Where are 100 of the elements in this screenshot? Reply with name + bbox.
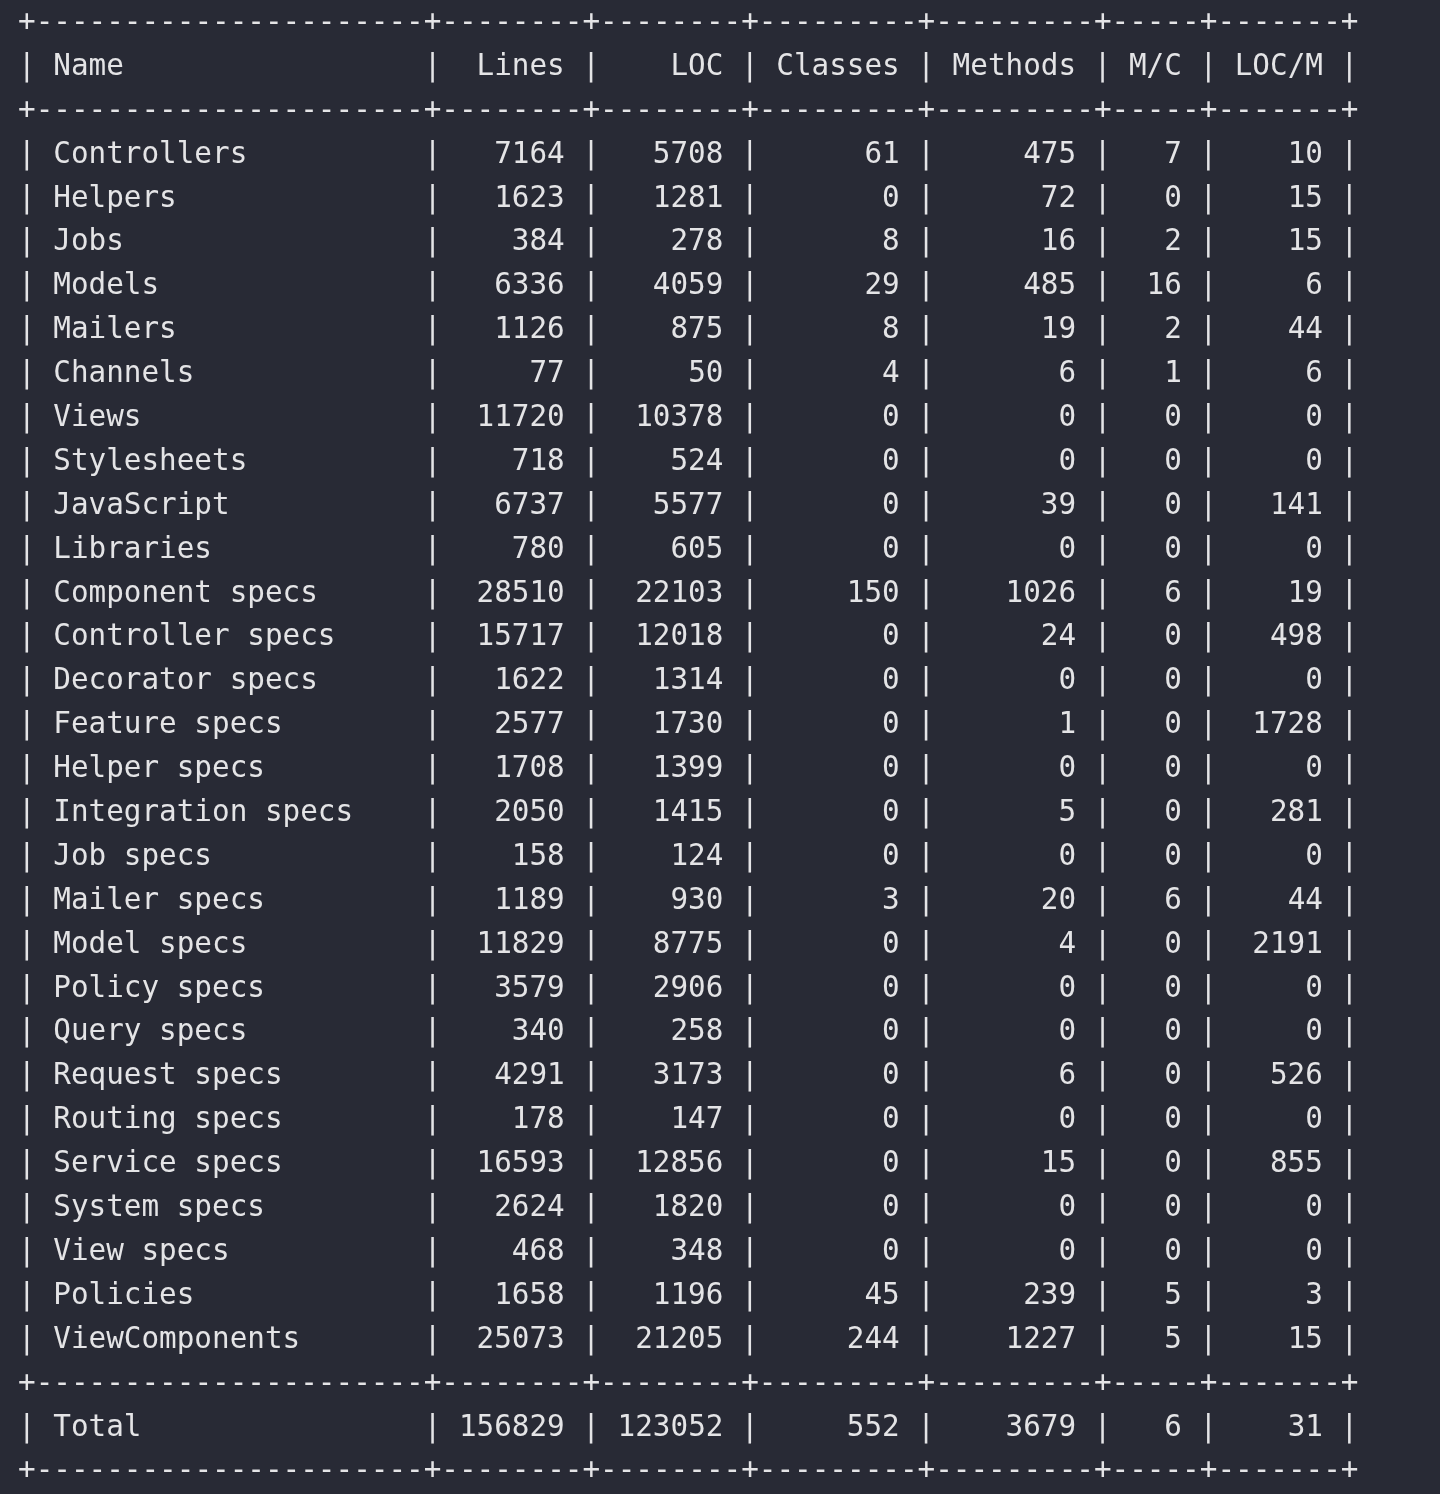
column-separator: |	[917, 1407, 935, 1446]
column-separator: |	[917, 1319, 935, 1358]
column-separator: |	[741, 134, 759, 173]
table-cell-text: 875	[669, 310, 724, 348]
table-cell-text: 1189	[493, 880, 565, 918]
table-cell-text: 2906	[651, 968, 724, 1006]
column-separator: |	[917, 661, 935, 699]
table-cell-text: Helper specs	[53, 749, 266, 787]
column-separator: |	[582, 924, 600, 963]
column-separator: |	[917, 485, 935, 524]
table-cell-text: 0	[881, 1100, 900, 1138]
column-separator: |	[18, 46, 36, 85]
table-cell-text: 19	[1039, 310, 1077, 348]
table-cell-text: 384	[510, 222, 565, 260]
table-cell-text: 0	[1057, 1188, 1077, 1226]
column-separator: |	[1093, 1407, 1112, 1446]
column-separator: |	[1093, 968, 1112, 1007]
border-line: +----------------------+--------+--------+---------+---------+-----+-------+	[18, 1451, 1359, 1489]
column-separator: |	[1093, 1188, 1112, 1226]
column-separator: |	[917, 1100, 935, 1138]
column-separator: |	[1199, 617, 1218, 655]
column-separator: |	[917, 1275, 935, 1314]
column-separator: |	[1199, 1231, 1218, 1270]
table-cell-text: 1820	[651, 1188, 724, 1226]
column-separator: |	[582, 1100, 600, 1138]
column-separator: |	[18, 441, 36, 480]
table-cell-text: Policy specs	[53, 968, 266, 1006]
column-header: Methods	[952, 46, 1077, 84]
table-cell-text: Mailer specs	[53, 880, 266, 918]
column-separator: |	[582, 617, 600, 655]
table-cell-text: 930	[669, 880, 724, 918]
table-cell-text: 3679	[1004, 1407, 1077, 1445]
table-cell-text: 0	[881, 968, 900, 1006]
table-cell-text: 0	[881, 749, 900, 787]
table-cell-text: 2050	[493, 793, 565, 831]
column-separator: |	[18, 398, 36, 436]
column-separator: |	[582, 1188, 600, 1226]
column-separator: |	[1199, 880, 1218, 919]
table-cell-text: 0	[1163, 485, 1182, 523]
column-separator: |	[423, 1188, 442, 1226]
column-separator: |	[423, 1100, 442, 1138]
table-cell-text: 31	[1286, 1407, 1323, 1445]
table-cell-text: 0	[1304, 968, 1323, 1006]
column-separator: |	[1199, 310, 1218, 348]
table-cell-text: View specs	[53, 1231, 231, 1269]
column-separator: |	[582, 485, 600, 524]
table-cell-text: 0	[1163, 924, 1182, 962]
table-cell-text: 50	[687, 354, 724, 392]
column-separator: |	[1340, 1275, 1359, 1314]
table-cell-text: System specs	[53, 1188, 266, 1226]
table-cell-text: 8775	[651, 924, 724, 962]
table-cell-text: 147	[669, 1100, 724, 1138]
column-separator: |	[1093, 749, 1112, 787]
table-cell-text: 0	[1163, 1012, 1182, 1050]
column-separator: |	[1340, 178, 1359, 217]
column-separator: |	[1093, 354, 1112, 392]
table-cell-text: Component specs	[53, 573, 319, 611]
column-separator: |	[1093, 398, 1112, 436]
column-separator: |	[423, 1012, 442, 1050]
column-separator: |	[1199, 749, 1218, 787]
table-cell-text: 10	[1286, 134, 1323, 172]
column-separator: |	[741, 1188, 759, 1226]
column-separator: |	[1093, 134, 1112, 173]
column-separator: |	[582, 1275, 600, 1314]
table-cell-text: 5	[1057, 793, 1077, 831]
table-cell-text: 1	[1163, 354, 1182, 392]
table-cell-text: 156829	[458, 1407, 565, 1445]
column-separator: |	[741, 880, 759, 919]
column-separator: |	[18, 1188, 36, 1226]
table-cell-text: 0	[1163, 441, 1182, 479]
column-separator: |	[741, 1144, 759, 1182]
column-separator: |	[917, 968, 935, 1007]
table-cell-text: 0	[1304, 529, 1323, 567]
table-cell-text: 4	[1057, 924, 1077, 962]
table-cell-text: 1728	[1251, 705, 1323, 743]
column-separator: |	[18, 1231, 36, 1270]
column-separator: |	[582, 529, 600, 568]
table-cell-text: Stylesheets	[53, 441, 249, 479]
table-cell-text: 7	[1163, 134, 1182, 172]
column-separator: |	[1340, 793, 1359, 831]
column-separator: |	[1093, 46, 1112, 85]
table-cell-text: 6	[1163, 573, 1182, 611]
column-separator: |	[18, 134, 36, 173]
column-separator: |	[1199, 46, 1218, 85]
table-cell-text: 0	[1304, 1188, 1323, 1226]
column-separator: |	[423, 573, 442, 612]
column-separator: |	[1340, 836, 1359, 875]
table-cell-text: Request specs	[53, 1056, 284, 1094]
column-separator: |	[741, 485, 759, 524]
table-cell-text: 72	[1039, 178, 1077, 216]
table-cell-text: Views	[53, 398, 143, 435]
column-separator: |	[741, 836, 759, 875]
column-separator: |	[423, 749, 442, 787]
table-cell-text: 0	[1057, 529, 1077, 567]
table-cell-text: 0	[881, 1231, 900, 1269]
column-separator: |	[582, 1144, 600, 1182]
column-separator: |	[1199, 573, 1218, 612]
column-separator: |	[18, 968, 36, 1007]
column-separator: |	[1199, 1188, 1218, 1226]
column-separator: |	[1340, 1407, 1359, 1446]
